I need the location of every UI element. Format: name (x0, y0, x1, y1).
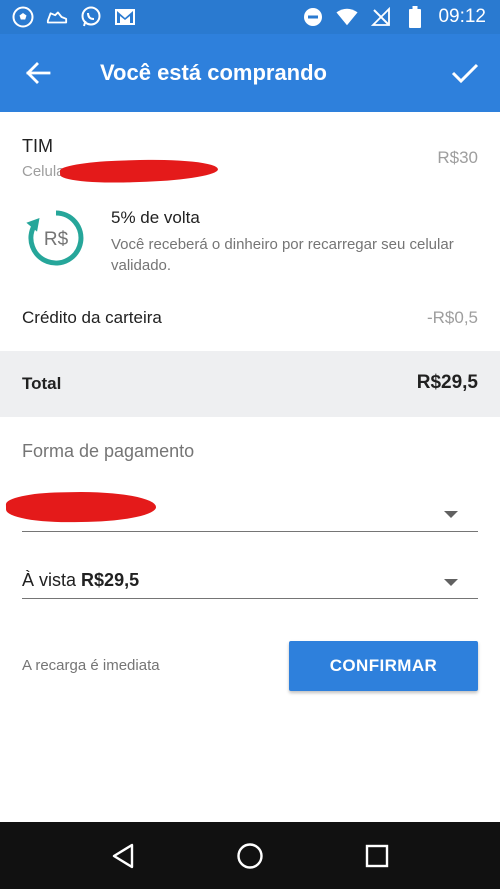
cashback-info: R$ 5% de volta Você receberá o dinheiro … (26, 206, 476, 276)
soccer-icon (12, 6, 34, 28)
installment-amount: R$29,5 (81, 570, 140, 590)
operator-name: TIM (22, 136, 53, 156)
confirm-check-button[interactable] (430, 34, 500, 112)
no-signal-icon (370, 6, 392, 28)
instant-recharge-note: A recarga é imediata (22, 657, 160, 674)
installment-prefix: À vista (22, 570, 77, 590)
gmail-icon (114, 6, 136, 28)
wallet-credit-label: Crédito da carteira (22, 308, 162, 327)
nav-home-icon (237, 842, 263, 869)
redaction-mark (5, 490, 157, 524)
sneaker-icon (46, 6, 68, 28)
phone-number: Celula (22, 163, 65, 180)
total-label: Total (22, 374, 62, 393)
page-title: Você está comprando (100, 60, 327, 85)
cashback-icon: R$ (26, 210, 84, 266)
total-row: Total R$29,5 (0, 351, 500, 417)
wifi-icon (336, 6, 358, 28)
item-price: R$30 (437, 148, 478, 167)
notification-icons (0, 6, 136, 28)
back-button[interactable] (0, 34, 76, 112)
payment-section-title: Forma de pagamento (22, 441, 195, 461)
do-not-disturb-icon (302, 6, 324, 28)
total-value: R$29,5 (416, 372, 478, 393)
cashback-icon-text: R$ (44, 229, 69, 250)
wallet-credit-value: -R$0,5 (426, 308, 478, 327)
payment-method-select[interactable] (5, 490, 478, 532)
system-icons: 09:12 (302, 6, 500, 28)
app-bar: Você está comprando (0, 34, 500, 112)
battery-icon (404, 6, 426, 28)
dropdown-arrow-icon (444, 579, 458, 586)
installment-value: À vista R$29,5 (22, 570, 139, 591)
status-time: 09:12 (438, 6, 486, 27)
system-nav-bar (0, 822, 500, 889)
check-icon (451, 63, 479, 84)
nav-back-button[interactable] (93, 826, 153, 886)
nav-recents-icon (365, 844, 388, 867)
dropdown-arrow-icon (444, 511, 458, 518)
installment-select[interactable]: À vista R$29,5 (22, 562, 478, 599)
nav-back-icon (113, 843, 134, 868)
cashback-title: 5% de volta (111, 208, 200, 227)
whatsapp-icon (80, 6, 102, 28)
status-bar: 09:12 (0, 0, 500, 34)
redaction-mark (59, 157, 219, 185)
confirm-button[interactable]: CONFIRMAR (289, 641, 478, 691)
wallet-credit-row: Crédito da carteira -R$0,5 (22, 308, 478, 332)
arrow-back-icon (26, 62, 51, 84)
purchase-item: TIM Celula R$30 (22, 136, 478, 186)
nav-home-button[interactable] (220, 826, 280, 886)
nav-recents-button[interactable] (347, 826, 407, 886)
cashback-description: Você receberá o dinheiro por recarregar … (111, 236, 454, 274)
